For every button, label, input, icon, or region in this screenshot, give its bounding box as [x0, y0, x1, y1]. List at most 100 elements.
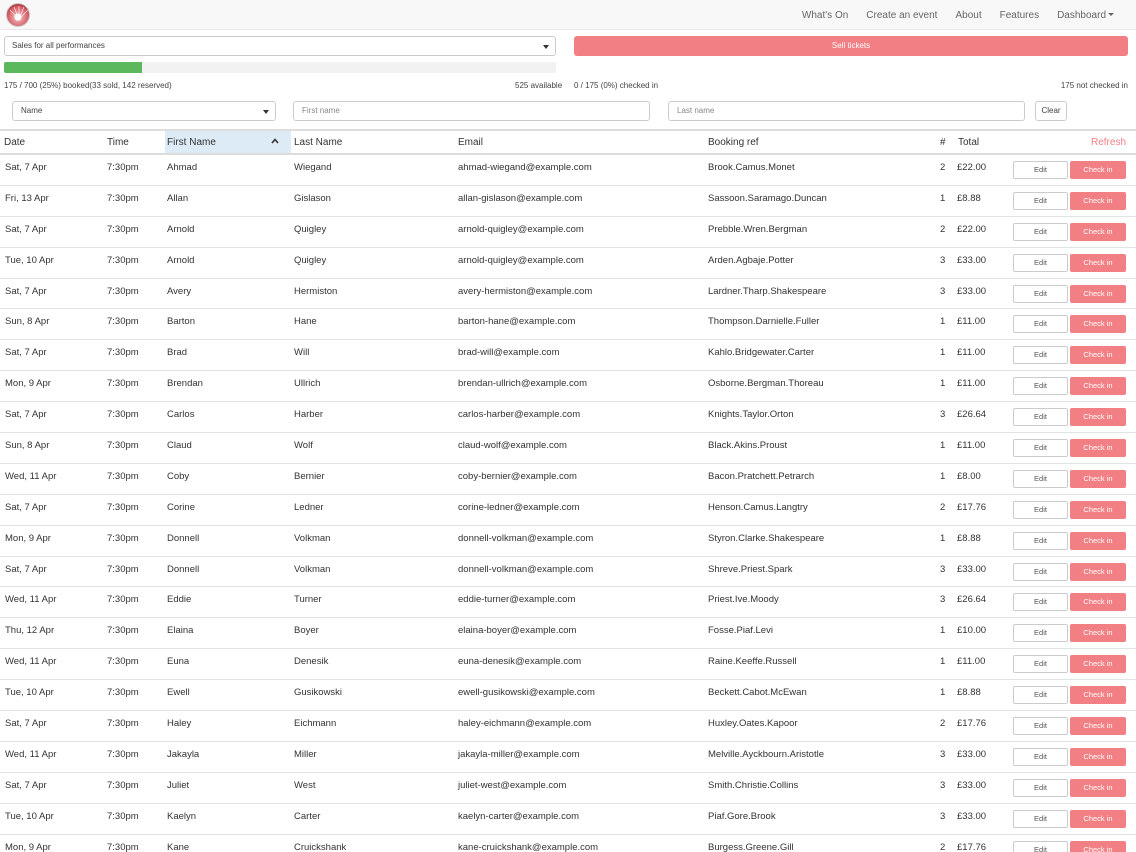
edit-button[interactable]: Edit	[1013, 500, 1068, 519]
check-in-button[interactable]: Check in	[1070, 686, 1126, 705]
edit-button[interactable]: Edit	[1013, 655, 1068, 674]
cell-booking-ref: Priest.Ive.Moody	[708, 594, 779, 606]
first-name-input[interactable]: First name	[293, 101, 650, 121]
check-in-button[interactable]: Check in	[1070, 500, 1126, 519]
header-total[interactable]: Total	[958, 131, 979, 153]
check-in-button[interactable]: Check in	[1070, 191, 1126, 210]
sell-tickets-button[interactable]: Sell tickets	[574, 36, 1128, 56]
cell-date: Mon, 9 Apr	[5, 841, 51, 852]
edit-button[interactable]: Edit	[1013, 408, 1068, 427]
cell-date: Fri, 13 Apr	[5, 192, 49, 204]
check-in-button[interactable]: Check in	[1070, 717, 1126, 736]
check-in-button[interactable]: Check in	[1070, 624, 1126, 643]
refresh-link[interactable]: Refresh	[1091, 131, 1126, 155]
cell-time: 7:30pm	[107, 748, 139, 760]
cell-time: 7:30pm	[107, 718, 139, 730]
check-in-button[interactable]: Check in	[1070, 253, 1126, 272]
cell-time: 7:30pm	[107, 316, 139, 328]
header-booking-ref[interactable]: Booking ref	[708, 131, 759, 153]
edit-button[interactable]: Edit	[1013, 840, 1068, 852]
check-in-button[interactable]: Check in	[1070, 161, 1126, 179]
edit-button[interactable]: Edit	[1013, 439, 1068, 458]
check-in-button[interactable]: Check in	[1070, 377, 1126, 396]
check-in-button[interactable]: Check in	[1070, 747, 1126, 766]
check-in-button[interactable]: Check in	[1070, 593, 1126, 612]
cell-total: £33.00	[957, 779, 987, 791]
cell-first-name: Kaelyn	[167, 810, 197, 822]
edit-button[interactable]: Edit	[1013, 346, 1068, 365]
header-first-name[interactable]: First Name	[165, 131, 291, 153]
cell-last-name: Volkman	[294, 563, 331, 575]
booking-progress-bar	[4, 62, 556, 73]
edit-button[interactable]: Edit	[1013, 315, 1068, 334]
check-in-button[interactable]: Check in	[1070, 315, 1126, 334]
check-in-button[interactable]: Check in	[1070, 284, 1126, 303]
cell-time: 7:30pm	[107, 347, 139, 359]
edit-button[interactable]: Edit	[1013, 593, 1068, 612]
cell-count: 3	[940, 563, 946, 575]
check-in-button[interactable]: Check in	[1070, 222, 1126, 241]
check-in-button[interactable]: Check in	[1070, 840, 1126, 852]
edit-button[interactable]: Edit	[1013, 562, 1068, 581]
table-row: Sun, 8 Apr 7:30pm Barton Hane barton-hane@ex…	[0, 309, 1136, 341]
last-name-input[interactable]: Last name	[668, 101, 1025, 121]
check-in-button[interactable]: Check in	[1070, 346, 1126, 365]
header-last-name[interactable]: Last Name	[294, 131, 342, 153]
nav-dashboard-dropdown[interactable]: Dashboard	[1057, 10, 1114, 21]
nav-features[interactable]: Features	[1000, 10, 1039, 21]
cell-count: 3	[940, 594, 946, 606]
check-in-button[interactable]: Check in	[1070, 655, 1126, 674]
performance-select-value: Sales for all performances	[12, 41, 105, 50]
check-in-button[interactable]: Check in	[1070, 809, 1126, 828]
cell-total: £17.76	[957, 841, 987, 852]
cell-booking-ref: Prebble.Wren.Bergman	[708, 223, 808, 235]
cell-first-name: Corine	[167, 501, 195, 513]
table-row: Wed, 11 Apr 7:30pm Euna Denesik euna-denesik…	[0, 649, 1136, 681]
check-in-button[interactable]: Check in	[1070, 439, 1126, 458]
check-in-button[interactable]: Check in	[1070, 469, 1126, 488]
check-in-button[interactable]: Check in	[1070, 778, 1126, 797]
edit-button[interactable]: Edit	[1013, 717, 1068, 736]
table-row: Sat, 7 Apr 7:30pm Ahmad Wiegand ahmad-wiegan…	[0, 155, 1136, 186]
cell-date: Sat, 7 Apr	[5, 409, 47, 421]
cell-last-name: Bernier	[294, 470, 325, 482]
nav-whats-on[interactable]: What's On	[802, 10, 848, 21]
logo-icon[interactable]	[6, 3, 30, 27]
edit-button[interactable]: Edit	[1013, 747, 1068, 766]
nav-about[interactable]: About	[955, 10, 981, 21]
header-time[interactable]: Time	[107, 131, 129, 153]
edit-button[interactable]: Edit	[1013, 222, 1068, 241]
cell-count: 1	[940, 192, 946, 204]
filter-field-select[interactable]: Name	[12, 101, 276, 121]
edit-button[interactable]: Edit	[1013, 624, 1068, 643]
cell-email: arnold-quigley@example.com	[458, 254, 584, 266]
check-in-button[interactable]: Check in	[1070, 531, 1126, 550]
nav-create-event[interactable]: Create an event	[866, 10, 937, 21]
edit-button[interactable]: Edit	[1013, 191, 1068, 210]
edit-button[interactable]: Edit	[1013, 469, 1068, 488]
header-email[interactable]: Email	[458, 131, 483, 153]
cell-email: arnold-quigley@example.com	[458, 223, 584, 235]
edit-button[interactable]: Edit	[1013, 531, 1068, 550]
table-row: Tue, 10 Apr 7:30pm Ewell Gusikowski ewell-gu…	[0, 680, 1136, 712]
cell-last-name: Quigley	[294, 254, 327, 266]
table-row: Mon, 9 Apr 7:30pm Brendan Ullrich brendan-ul…	[0, 371, 1136, 403]
edit-button[interactable]: Edit	[1013, 284, 1068, 303]
edit-button[interactable]: Edit	[1013, 809, 1068, 828]
check-in-button[interactable]: Check in	[1070, 408, 1126, 427]
edit-button[interactable]: Edit	[1013, 686, 1068, 705]
cell-first-name: Jakayla	[167, 748, 200, 760]
edit-button[interactable]: Edit	[1013, 253, 1068, 272]
performance-select[interactable]: Sales for all performances	[4, 36, 556, 56]
table-row: Sat, 7 Apr 7:30pm Donnell Volkman donnell-vo…	[0, 557, 1136, 588]
header-count[interactable]: #	[940, 131, 946, 153]
cell-time: 7:30pm	[107, 285, 139, 297]
edit-button[interactable]: Edit	[1013, 161, 1068, 179]
edit-button[interactable]: Edit	[1013, 778, 1068, 797]
check-in-button[interactable]: Check in	[1070, 562, 1126, 581]
header-date[interactable]: Date	[4, 131, 25, 153]
cell-last-name: Wiegand	[294, 162, 332, 173]
edit-button[interactable]: Edit	[1013, 377, 1068, 396]
clear-button[interactable]: Clear	[1035, 101, 1067, 121]
cell-count: 2	[940, 841, 946, 852]
